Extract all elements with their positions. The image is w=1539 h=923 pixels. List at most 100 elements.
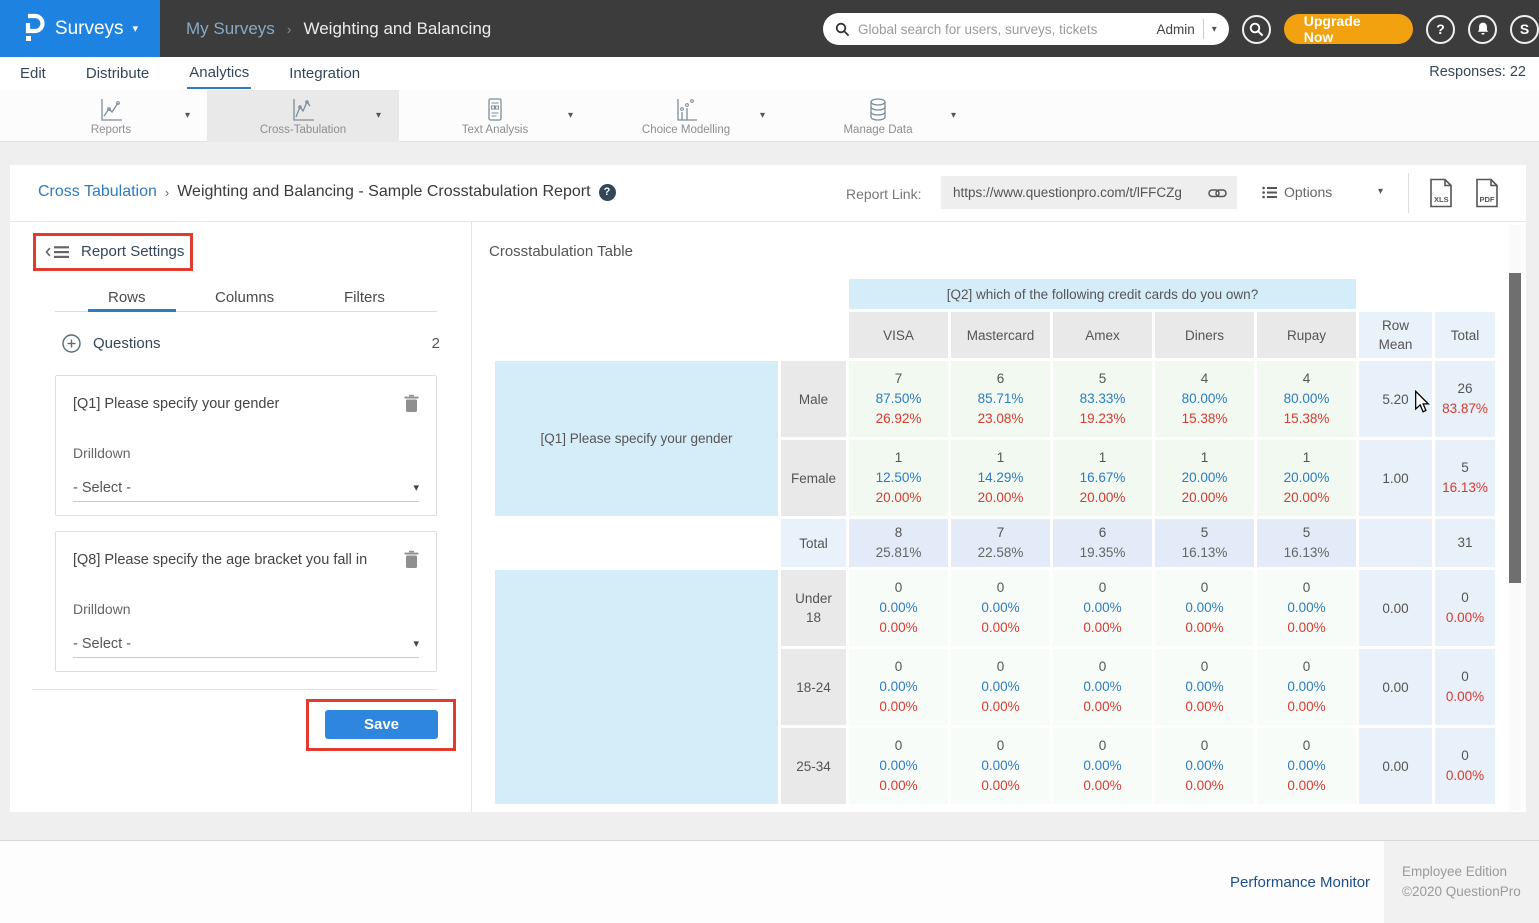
scrollbar-thumb[interactable] bbox=[1509, 273, 1521, 583]
report-settings-button[interactable]: Report Settings bbox=[45, 243, 184, 260]
report-link-field[interactable]: https://www.questionpro.com/t/lFFCZg bbox=[941, 176, 1237, 209]
nav-tab-edit[interactable]: Edit bbox=[18, 60, 48, 88]
column-header: Amex bbox=[1053, 312, 1152, 358]
crosstab-cell: 583.33%19.23% bbox=[1053, 361, 1152, 437]
add-question-icon[interactable] bbox=[62, 334, 81, 353]
crosstab-cell: 480.00%15.38% bbox=[1257, 361, 1356, 437]
crosstab-cell: 00.00%0.00% bbox=[1257, 728, 1356, 804]
crosstab-cell: 787.50%26.92% bbox=[849, 361, 948, 437]
divider bbox=[1203, 19, 1204, 39]
tab-rows[interactable]: Rows bbox=[108, 289, 146, 306]
total-cell: 516.13% bbox=[1155, 519, 1254, 567]
search-input[interactable] bbox=[858, 22, 1148, 37]
questionpro-logo-icon bbox=[22, 13, 46, 45]
cross-tabulation-breadcrumb-link[interactable]: Cross Tabulation bbox=[38, 183, 157, 201]
export-pdf-button[interactable]: PDF bbox=[1474, 178, 1500, 208]
tab-columns[interactable]: Columns bbox=[215, 289, 274, 306]
toolbar-cross-tabulation[interactable]: Cross-Tabulation bbox=[207, 90, 399, 142]
top-header: Surveys ▾ My Surveys › Weighting and Bal… bbox=[0, 0, 1539, 57]
edition-line: Employee Edition bbox=[1402, 862, 1539, 882]
responses-count: Responses: 22 bbox=[1429, 64, 1526, 80]
trash-icon[interactable] bbox=[403, 394, 420, 413]
user-avatar[interactable]: S bbox=[1510, 15, 1539, 44]
crosstab-cell: 00.00%0.00% bbox=[1053, 649, 1152, 725]
column-header: Rupay bbox=[1257, 312, 1356, 358]
report-title: Weighting and Balancing - Sample Crossta… bbox=[177, 183, 590, 201]
crosstab-cell: 00.00%0.00% bbox=[849, 728, 948, 804]
tab-filters[interactable]: Filters bbox=[344, 289, 385, 306]
help-button[interactable]: ? bbox=[1426, 15, 1455, 44]
drilldown-label: Drilldown bbox=[73, 601, 131, 617]
choice-modelling-caret-icon[interactable]: ▾ bbox=[760, 110, 765, 121]
toolbar-manage-data[interactable]: Manage Data bbox=[782, 90, 974, 142]
trash-icon[interactable] bbox=[403, 550, 420, 569]
nav-tab-integration[interactable]: Integration bbox=[287, 60, 362, 88]
copyright-line: ©2020 QuestionPro bbox=[1402, 882, 1539, 902]
divider bbox=[1408, 173, 1409, 213]
row-header: Under18 bbox=[781, 570, 846, 646]
breadcrumb-my-surveys[interactable]: My Surveys bbox=[186, 19, 275, 39]
total-column-header: Total bbox=[1435, 312, 1495, 358]
line-chart-icon bbox=[290, 97, 316, 123]
performance-monitor-link[interactable]: Performance Monitor bbox=[1230, 874, 1370, 891]
breadcrumb-current-survey: Weighting and Balancing bbox=[303, 19, 491, 39]
analytics-toolbar: Reports ▾ Cross-Tabulation ▾ Text Analys… bbox=[0, 90, 1539, 142]
global-search[interactable]: Admin ▾ bbox=[823, 13, 1229, 45]
crosstab-cell: 114.29%20.00% bbox=[951, 440, 1050, 516]
divider bbox=[471, 222, 472, 812]
report-panel: Cross Tabulation › Weighting and Balanci… bbox=[10, 165, 1526, 812]
search-submit-button[interactable] bbox=[1242, 15, 1271, 44]
options-caret-icon[interactable]: ▾ bbox=[1378, 186, 1383, 197]
breadcrumb-separator-icon: › bbox=[165, 185, 169, 200]
crosstab-cell: 00.00%0.00% bbox=[951, 649, 1050, 725]
header-actions: Admin ▾ Upgrade Now ? S bbox=[823, 13, 1539, 45]
drilldown-select[interactable]: - Select - ▾ bbox=[73, 474, 419, 502]
toolbar-choice-modelling[interactable]: Choice Modelling bbox=[590, 90, 782, 142]
row-mean-header: RowMean bbox=[1359, 312, 1432, 358]
breadcrumb: My Surveys › Weighting and Balancing bbox=[186, 0, 491, 57]
manage-data-caret-icon[interactable]: ▾ bbox=[951, 110, 956, 121]
toolbar-label: Cross-Tabulation bbox=[260, 124, 346, 136]
crosstab-cell: 00.00%0.00% bbox=[849, 649, 948, 725]
crosstab-cell: 00.00%0.00% bbox=[951, 570, 1050, 646]
options-button[interactable]: Options bbox=[1262, 184, 1332, 200]
questions-count: 2 bbox=[432, 335, 440, 352]
chevron-down-icon: ▾ bbox=[413, 481, 419, 494]
search-icon bbox=[1249, 22, 1264, 37]
text-analysis-caret-icon[interactable]: ▾ bbox=[568, 110, 573, 121]
export-xls-button[interactable]: XLS bbox=[1428, 178, 1454, 208]
row-total-cell: 00.00% bbox=[1435, 649, 1495, 725]
report-link-url[interactable]: https://www.questionpro.com/t/lFFCZg bbox=[953, 185, 1200, 200]
questions-label: Questions bbox=[93, 335, 161, 352]
question-label: [Q8] Please specify the age bracket you … bbox=[73, 552, 386, 568]
report-help-icon[interactable]: ? bbox=[599, 184, 616, 201]
search-scope-caret-icon[interactable]: ▾ bbox=[1212, 24, 1217, 35]
crosstab-cell: 120.00%20.00% bbox=[1155, 440, 1254, 516]
toolbar-text-analysis[interactable]: Text Analysis bbox=[399, 90, 591, 142]
product-switcher[interactable]: Surveys ▾ bbox=[0, 0, 160, 57]
row-header: 18-24 bbox=[781, 649, 846, 725]
upgrade-now-button[interactable]: Upgrade Now bbox=[1284, 14, 1413, 44]
total-row-header: Total bbox=[781, 519, 846, 567]
chevron-down-icon: ▾ bbox=[133, 22, 139, 35]
row-header: 25-34 bbox=[781, 728, 846, 804]
row-question-cell bbox=[495, 570, 778, 804]
drilldown-select[interactable]: - Select - ▾ bbox=[73, 630, 419, 658]
row-mean-cell: 5.20 bbox=[1359, 361, 1432, 437]
edition-info: Employee Edition ©2020 QuestionPro bbox=[1384, 841, 1539, 923]
reports-caret-icon[interactable]: ▾ bbox=[185, 110, 190, 121]
nav-tab-analytics[interactable]: Analytics bbox=[187, 59, 251, 89]
cross-tabulation-caret-icon[interactable]: ▾ bbox=[376, 110, 381, 121]
row-question-card-q1: [Q1] Please specify your gender Drilldow… bbox=[55, 375, 437, 516]
options-label: Options bbox=[1284, 184, 1332, 200]
total-cell: 825.81% bbox=[849, 519, 948, 567]
save-button[interactable]: Save bbox=[325, 710, 438, 739]
toolbar-reports[interactable]: Reports bbox=[15, 90, 207, 142]
toolbar-label: Reports bbox=[91, 124, 131, 136]
search-scope-selector[interactable]: Admin bbox=[1156, 22, 1194, 37]
link-icon[interactable] bbox=[1208, 185, 1227, 201]
column-question-header: [Q2] which of the following credit cards… bbox=[849, 279, 1356, 309]
toolbar-label: Text Analysis bbox=[462, 124, 528, 136]
nav-tab-distribute[interactable]: Distribute bbox=[84, 60, 151, 88]
notifications-button[interactable] bbox=[1468, 15, 1497, 44]
